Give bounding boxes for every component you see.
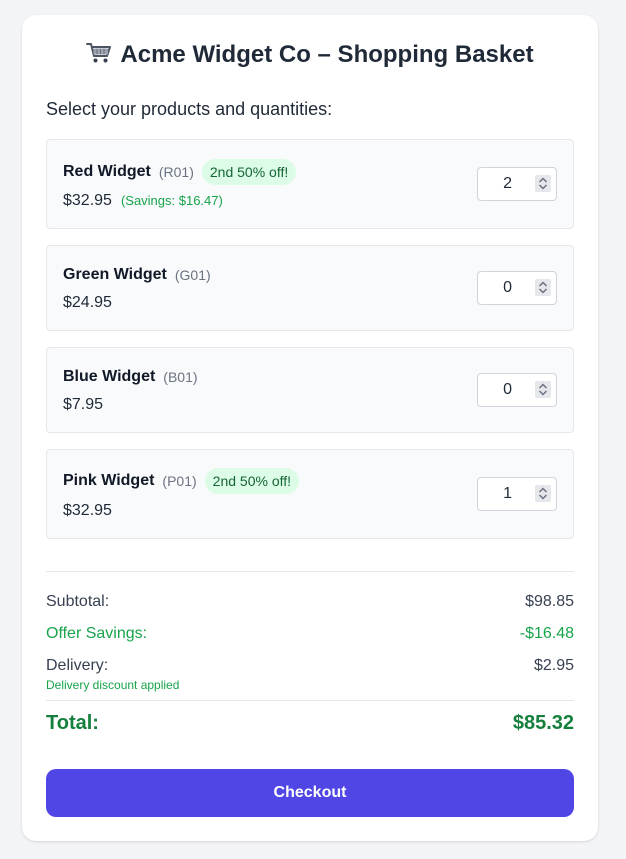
product-name: Pink Widget [63, 472, 155, 489]
product-price: $32.95 [63, 192, 112, 209]
offer-savings-label: Offer Savings: [46, 625, 148, 642]
delivery-label: Delivery: [46, 657, 109, 674]
offer-badge: 2nd 50% off! [204, 468, 300, 494]
product-code: (R01) [158, 164, 194, 180]
checkout-button[interactable]: Checkout [46, 769, 574, 817]
product-savings: (Savings: $16.47) [120, 193, 223, 208]
product-row-green-widget: Green Widget (G01) $24.95 0 [46, 245, 574, 331]
product-price: $24.95 [63, 294, 112, 311]
total-label: Total: [46, 712, 99, 734]
shopping-cart-icon [86, 41, 112, 72]
product-price-row: $7.95 [63, 396, 103, 414]
total-value: $85.32 [512, 712, 574, 734]
product-name: Green Widget [63, 266, 167, 283]
product-header: Red Widget (R01) 2nd 50% off! [63, 157, 297, 187]
instructions-text: Select your products and quantities: [46, 99, 333, 119]
quantity-stepper[interactable]: 1 [477, 477, 557, 511]
spinner-arrows-icon[interactable] [535, 175, 551, 192]
product-code: (B01) [163, 369, 198, 385]
subtotal-label: Subtotal: [46, 593, 110, 610]
product-row-red-widget: Red Widget (R01) 2nd 50% off! $32.95 (Sa… [46, 139, 574, 229]
quantity-value: 0 [503, 279, 512, 296]
delivery-value: $2.95 [533, 657, 574, 674]
total-divider [46, 700, 574, 701]
subtotal-value: $98.85 [525, 593, 574, 610]
basket-card: Acme Widget Co – Shopping Basket Select … [22, 15, 598, 841]
product-price-row: $32.95 [63, 502, 112, 520]
quantity-stepper[interactable]: 2 [477, 167, 557, 201]
quantity-stepper[interactable]: 0 [477, 271, 557, 305]
product-name: Blue Widget [63, 368, 156, 385]
summary-divider [46, 571, 574, 572]
spinner-arrows-icon[interactable] [535, 279, 551, 296]
page-title-text: Acme Widget Co – Shopping Basket [120, 41, 534, 68]
spinner-arrows-icon[interactable] [535, 485, 551, 502]
product-price: $32.95 [63, 502, 112, 519]
offer-savings-value: -$16.48 [519, 625, 574, 642]
quantity-value: 2 [503, 175, 512, 192]
quantity-stepper[interactable]: 0 [477, 373, 557, 407]
product-code: (G01) [174, 267, 211, 283]
product-price-row: $32.95 (Savings: $16.47) [63, 192, 223, 210]
product-header: Blue Widget (B01) [63, 362, 198, 392]
product-header: Pink Widget (P01) 2nd 50% off! [63, 466, 300, 496]
product-name: Red Widget [63, 163, 151, 180]
spinner-arrows-icon[interactable] [535, 381, 551, 398]
quantity-value: 1 [503, 485, 512, 502]
product-row-blue-widget: Blue Widget (B01) $7.95 0 [46, 347, 574, 433]
product-price-row: $24.95 [63, 294, 112, 312]
page-title: Acme Widget Co – Shopping Basket [22, 41, 598, 72]
product-price: $7.95 [63, 396, 104, 413]
offer-badge: 2nd 50% off! [201, 159, 297, 185]
quantity-value: 0 [503, 381, 512, 398]
product-row-pink-widget: Pink Widget (P01) 2nd 50% off! $32.95 1 [46, 449, 574, 539]
delivery-discount-note: Delivery discount applied [46, 678, 180, 692]
product-code: (P01) [162, 473, 197, 489]
product-header: Green Widget (G01) [63, 260, 211, 290]
